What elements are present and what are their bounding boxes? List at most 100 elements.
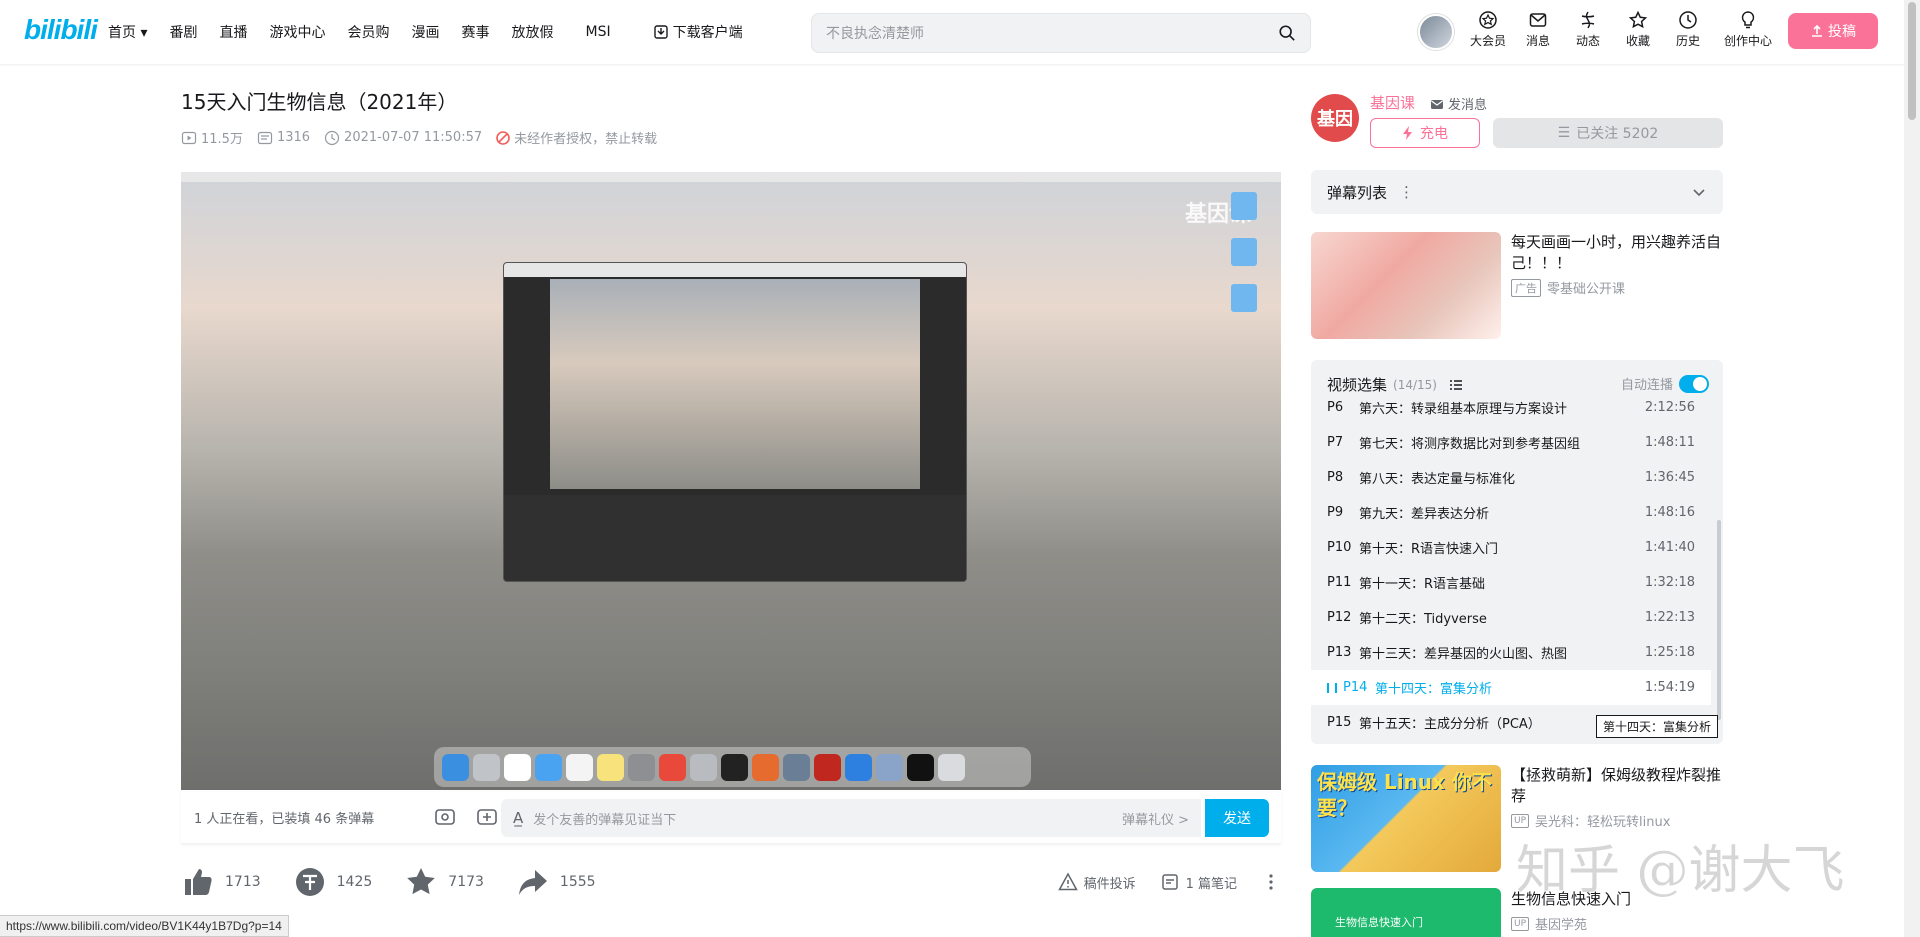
- notes-button[interactable]: 1 篇笔记: [1160, 872, 1237, 892]
- nav-bangumi[interactable]: 番剧: [169, 22, 197, 42]
- bilibili-logo[interactable]: bilibili: [24, 14, 98, 46]
- part-number: P14: [1343, 680, 1368, 695]
- share-button[interactable]: 1555: [516, 865, 596, 899]
- folder-icon: [1231, 238, 1257, 266]
- video-title: 15天入门生物信息（2021年）: [181, 90, 458, 114]
- part-duration: 1:41:40: [1644, 540, 1695, 555]
- dynamic-entry[interactable]: 动态: [1570, 10, 1606, 49]
- nav-mall[interactable]: 会员购: [347, 22, 389, 42]
- favorites-entry[interactable]: 收藏: [1620, 10, 1656, 49]
- part-title: 第十四天：富集分析: [1375, 682, 1493, 697]
- coin-button[interactable]: 1425: [293, 865, 372, 899]
- search-icon[interactable]: [1278, 24, 1296, 42]
- uploader-avatar[interactable]: 基因: [1311, 94, 1359, 142]
- history-icon: [1679, 11, 1697, 29]
- recommended-title[interactable]: 【拯救萌新】保姆级教程炸裂推荐: [1511, 765, 1723, 807]
- part-title: 第十二天：Tidyverse: [1359, 612, 1487, 627]
- playlist-item[interactable]: P12 第十二天：Tidyverse 1:22:13: [1311, 600, 1711, 635]
- video-player[interactable]: 基因课: [181, 172, 1281, 790]
- like-count: 1713: [225, 874, 261, 890]
- history-entry[interactable]: 历史: [1670, 10, 1706, 49]
- report-label: 稿件投诉: [1083, 876, 1136, 892]
- creator-center-label: 创作中心: [1723, 34, 1772, 48]
- app-icon: [845, 753, 872, 781]
- copyright-notice: 未经作者授权，禁止转载: [496, 128, 657, 147]
- playlist-item[interactable]: P10 第十天：R语言快速入门 1:41:40: [1311, 530, 1711, 565]
- r-icon: [876, 753, 903, 781]
- playlist-item[interactable]: P8 第八天：表达定量与标准化 1:36:45: [1311, 460, 1711, 495]
- danmaku-settings[interactable]: [476, 807, 498, 829]
- followed-button[interactable]: ☰ 已关注 5202: [1493, 118, 1723, 148]
- message-entry[interactable]: 消息: [1520, 10, 1556, 49]
- charge-button[interactable]: 充电: [1370, 118, 1480, 148]
- ad-title[interactable]: 每天画画一小时，用兴趣养活自己！！！: [1511, 232, 1723, 274]
- danmaku-count: 1316: [257, 130, 310, 146]
- playlist-item[interactable]: P9 第九天：差异表达分析 1:48:16: [1311, 495, 1711, 530]
- page-scrollbar[interactable]: [1904, 0, 1920, 937]
- actions-right: 稿件投诉 1 篇笔记: [1057, 862, 1281, 902]
- part-number: P15: [1327, 715, 1352, 730]
- playlist-item[interactable]: P6 第六天：转录组基本原理与方案设计 2:12:56: [1311, 390, 1711, 425]
- recommended-thumbnail[interactable]: 生物信息快速入门: [1311, 888, 1501, 937]
- danmaku-etiquette-link[interactable]: 弹幕礼仪 >: [1122, 809, 1189, 828]
- danmaku-count-icon: [257, 131, 273, 144]
- obs-title-bar: [504, 263, 966, 277]
- nav-holiday[interactable]: 放放假: [511, 22, 553, 42]
- recommended-source[interactable]: UP 基因学苑: [1511, 914, 1587, 933]
- send-message-link[interactable]: 发消息: [1430, 94, 1487, 113]
- page-scrollbar-thumb[interactable]: [1908, 2, 1916, 120]
- upload-button[interactable]: 投稿: [1788, 13, 1878, 49]
- playlist-item-active[interactable]: P14 第十四天：富集分析 1:54:19: [1311, 670, 1711, 705]
- list-icon: ☰: [1557, 125, 1571, 141]
- danmaku-bar: 1 人正在看，已装填 46 条弹幕 A̲ 发个友善的弹幕见证当下 弹幕礼仪 > …: [181, 792, 1281, 844]
- part-title: 第十天：R语言快速入门: [1359, 542, 1499, 557]
- font-style-icon[interactable]: A̲: [513, 809, 523, 827]
- ad-card[interactable]: 每天画画一小时，用兴趣养活自己！！！ 广告 零基础公开课: [1311, 232, 1723, 340]
- search-input[interactable]: 不良执念清楚师: [826, 23, 1278, 43]
- history-label: 历史: [1675, 34, 1700, 48]
- part-title: 第九天：差异表达分析: [1359, 507, 1490, 522]
- video-actions: 1713 1425 7173 1555 稿件投诉 1 篇笔记: [181, 862, 1281, 902]
- thumbnail-text: 保姆级 Linux 你不要？: [1317, 770, 1492, 820]
- danmaku-toggle[interactable]: [434, 807, 456, 829]
- playlist-item[interactable]: P11 第十一天：R语言基础 1:32:18: [1311, 565, 1711, 600]
- more-button[interactable]: [1261, 872, 1281, 892]
- nav-game-center[interactable]: 游戏中心: [269, 22, 325, 42]
- part-duration: 1:48:16: [1644, 505, 1695, 520]
- more-vertical-icon[interactable]: ⋮: [1399, 183, 1414, 201]
- creator-center-entry[interactable]: 创作中心: [1720, 10, 1776, 49]
- coin-icon: [295, 868, 324, 896]
- user-avatar[interactable]: [1418, 14, 1454, 50]
- nav-download-client[interactable]: 下载客户端: [653, 22, 743, 42]
- nav-live[interactable]: 直播: [219, 22, 247, 42]
- finder-icon: [442, 753, 469, 781]
- nav-home[interactable]: 首页 ▾: [108, 22, 147, 42]
- copyright-text: 未经作者授权，禁止转载: [514, 132, 658, 147]
- reminders-icon: [566, 753, 593, 781]
- nav-match[interactable]: 赛事: [461, 22, 489, 42]
- star-icon: [1628, 10, 1648, 29]
- playlist-items: P6 第六天：转录组基本原理与方案设计 2:12:56 P7 第七天：将测序数据比对到…: [1311, 390, 1711, 740]
- playlist-scrollbar[interactable]: [1717, 520, 1721, 720]
- publish-date-value: 2021-07-07 11:50:57: [344, 130, 483, 145]
- playlist-tooltip: 第十四天：富集分析: [1596, 715, 1719, 738]
- mail-icon: [535, 753, 562, 781]
- ad-thumbnail[interactable]: [1311, 232, 1501, 339]
- playlist-item[interactable]: P7 第七天：将测序数据比对到参考基因组 1:48:11: [1311, 425, 1711, 460]
- chevron-down-icon[interactable]: [1691, 184, 1707, 200]
- danmaku-list-panel[interactable]: 弹幕列表 ⋮: [1311, 170, 1723, 214]
- report-button[interactable]: 稿件投诉: [1057, 872, 1136, 892]
- like-button[interactable]: 1713: [181, 865, 261, 899]
- favorite-button[interactable]: 7173: [404, 865, 484, 899]
- ad-source-name: 零基础公开课: [1547, 282, 1626, 297]
- search-box[interactable]: 不良执念清楚师: [811, 13, 1311, 53]
- danmaku-input[interactable]: A̲ 发个友善的弹幕见证当下 弹幕礼仪 >: [501, 799, 1201, 837]
- playlist-item[interactable]: P13 第十三天：差异基因的火山图、热图 1:25:18: [1311, 635, 1711, 670]
- send-danmaku-button[interactable]: 发送: [1205, 799, 1269, 837]
- nav-manga[interactable]: 漫画: [411, 22, 439, 42]
- nav-msi[interactable]: MSI: [585, 24, 610, 40]
- uploader-name[interactable]: 基因课: [1370, 92, 1415, 113]
- vip-entry[interactable]: 大会员: [1470, 10, 1506, 49]
- recommended-thumbnail[interactable]: 保姆级 Linux 你不要？: [1311, 765, 1501, 872]
- terminal-icon: [721, 753, 748, 781]
